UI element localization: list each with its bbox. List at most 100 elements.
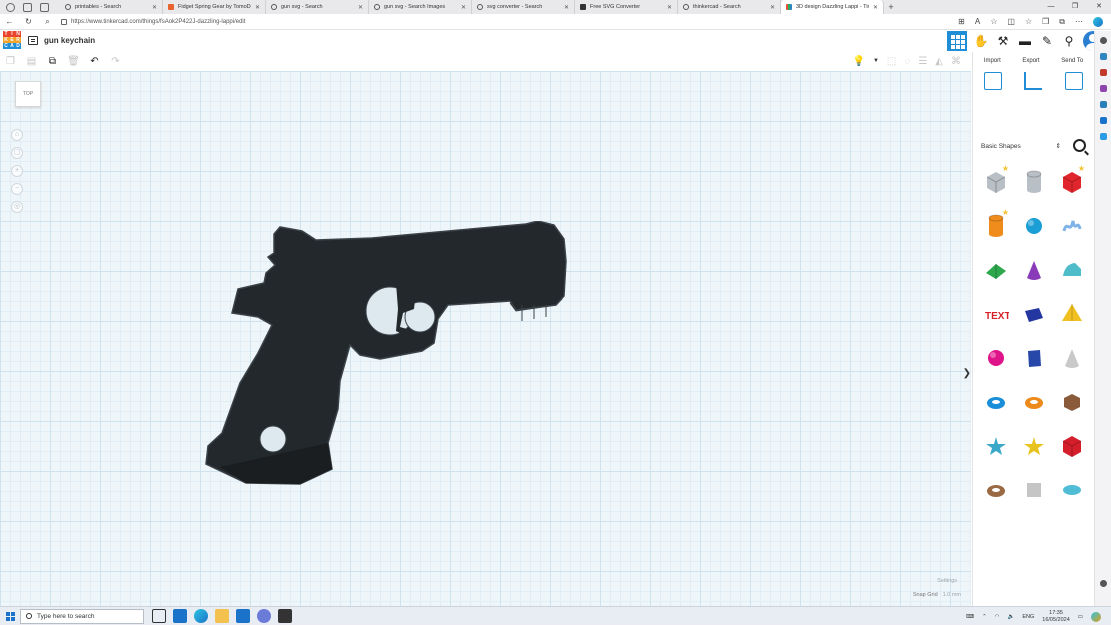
file-explorer-icon[interactable]: [215, 609, 229, 623]
shape-paraboloid[interactable]: [1053, 336, 1091, 380]
close-tab-icon[interactable]: ✕: [358, 4, 363, 11]
sidebar-outlook-icon[interactable]: [1099, 117, 1107, 124]
shape-scribble[interactable]: [1053, 204, 1091, 248]
shape-pyramid[interactable]: [1053, 292, 1091, 336]
shape-tube[interactable]: [1015, 380, 1053, 424]
browser-tab[interactable]: 3D design Dazzling Lappi - Tinke ✕: [781, 0, 884, 14]
sidebar-games-icon[interactable]: [1099, 85, 1107, 92]
shape-heart-hole[interactable]: [1015, 468, 1053, 512]
shape-search-icon[interactable]: [1073, 139, 1086, 152]
shape-wedge[interactable]: [1015, 292, 1053, 336]
more-menu-icon[interactable]: ⋯: [1075, 17, 1083, 27]
shape-polyhedron[interactable]: [1053, 424, 1091, 468]
keyboard-icon[interactable]: ⌨: [966, 614, 974, 620]
panel-collapse-icon[interactable]: ❯: [963, 368, 971, 379]
workplane-grid[interactable]: TOP ⌂ ▢ + − ◎ ❯ Settings Snap Grid 1.0 m…: [0, 71, 971, 606]
browser-tab[interactable]: Fidget Spring Gear by TomoDes ✕: [163, 0, 266, 14]
dropdown-arrow-icon[interactable]: ▼: [873, 58, 879, 64]
delete-icon[interactable]: 🗑: [63, 56, 84, 67]
close-tab-icon[interactable]: ✕: [667, 4, 672, 11]
blocks-view-icon[interactable]: ✋: [973, 33, 989, 49]
refresh-icon[interactable]: ↻: [19, 17, 38, 26]
sidebar-settings-icon[interactable]: [1099, 580, 1107, 587]
undo-icon[interactable]: ↶: [84, 56, 105, 67]
shape-sphere[interactable]: [1015, 204, 1053, 248]
task-view-icon[interactable]: [152, 609, 166, 623]
learning-icon[interactable]: ✎: [1039, 33, 1055, 49]
language-indicator[interactable]: ENG: [1022, 614, 1034, 620]
gun-keychain-shape[interactable]: [200, 221, 572, 486]
tinkercad-logo[interactable]: T I N K E R C A D: [3, 31, 21, 50]
close-tab-icon[interactable]: ✕: [152, 4, 157, 11]
cruise-icon[interactable]: ⌘: [951, 56, 961, 67]
shape-box-hole[interactable]: ★: [977, 160, 1015, 204]
close-tab-icon[interactable]: ✕: [255, 4, 260, 11]
briefcase-icon[interactable]: ▬: [1017, 33, 1033, 49]
favorite-star-icon[interactable]: ☆: [990, 17, 997, 27]
close-window-icon[interactable]: ✕: [1087, 0, 1111, 14]
profile-icon[interactable]: [6, 2, 15, 12]
home-view-icon[interactable]: ⌂: [11, 129, 23, 141]
volume-icon[interactable]: 🔈: [1007, 614, 1014, 620]
view-cube[interactable]: TOP: [15, 81, 41, 107]
shape-library-select[interactable]: Basic Shapes ⇕: [981, 140, 1061, 152]
shape-ring[interactable]: [977, 468, 1015, 512]
export-button[interactable]: Export: [1022, 58, 1039, 64]
edge-icon[interactable]: [194, 609, 208, 623]
copilot-icon[interactable]: [1093, 16, 1103, 27]
notifications-icon[interactable]: ▭: [1078, 614, 1083, 620]
zoom-out-icon[interactable]: −: [11, 183, 23, 195]
shape-icosahedron[interactable]: [1053, 380, 1091, 424]
show-hidden-icon[interactable]: ⌃: [982, 614, 987, 620]
send-to-button[interactable]: Send To: [1061, 58, 1083, 64]
redo-icon[interactable]: ↷: [105, 56, 126, 67]
browser-tab[interactable]: svg converter - Search ✕: [472, 0, 575, 14]
close-tab-icon[interactable]: ✕: [770, 4, 775, 11]
shape-star[interactable]: [977, 424, 1015, 468]
copilot-taskbar-icon[interactable]: [1091, 611, 1101, 622]
store-icon[interactable]: [236, 609, 250, 623]
split-screen-icon[interactable]: ◫: [1007, 17, 1015, 27]
light-bulb-icon[interactable]: 💡: [853, 56, 865, 67]
sidebar-send-icon[interactable]: [1099, 133, 1107, 140]
shape-text[interactable]: TEXT: [977, 292, 1015, 336]
windows-start-icon[interactable]: [0, 607, 20, 626]
url-field[interactable]: https://www.tinkercad.com/things/fsAok2P…: [61, 16, 954, 28]
shape-star-gold[interactable]: [1015, 424, 1053, 468]
read-aloud-icon[interactable]: A: [975, 17, 980, 27]
snap-grid-value[interactable]: 1.0 mm: [943, 592, 961, 598]
ruler-icon[interactable]: [1024, 72, 1043, 90]
network-icon[interactable]: ◠: [995, 614, 1000, 620]
design-menu-icon[interactable]: [28, 36, 38, 45]
favorites-icon[interactable]: ☆: [1025, 17, 1032, 27]
fit-view-icon[interactable]: ▢: [11, 147, 23, 159]
minimize-icon[interactable]: —: [1039, 0, 1063, 14]
mail-icon[interactable]: [173, 609, 187, 623]
notes-icon[interactable]: [1064, 72, 1083, 90]
close-tab-icon[interactable]: ✕: [461, 4, 466, 11]
shape-box[interactable]: ★: [1053, 160, 1091, 204]
tab-actions-icon[interactable]: [40, 2, 49, 12]
browser-tab[interactable]: Free SVG Converter ✕: [575, 0, 678, 14]
shape-round-roof[interactable]: [1053, 248, 1091, 292]
back-icon[interactable]: ←: [0, 17, 19, 26]
add-user-icon[interactable]: ⚲: [1061, 33, 1077, 49]
group-icon[interactable]: ⬚: [887, 56, 896, 67]
browser-tab[interactable]: thinkercad - Search ✕: [678, 0, 781, 14]
settings-app-icon[interactable]: [257, 609, 271, 623]
sidebar-search-icon[interactable]: [1099, 37, 1107, 44]
workspaces-icon[interactable]: [23, 2, 32, 12]
shape-half-sphere[interactable]: [977, 336, 1015, 380]
close-tab-icon[interactable]: ✕: [564, 4, 569, 11]
shape-cylinder-hole[interactable]: [1015, 160, 1053, 204]
browser-tab[interactable]: gun svg - Search Images ✕: [369, 0, 472, 14]
shape-polygon[interactable]: [1015, 336, 1053, 380]
shape-roof[interactable]: [977, 248, 1015, 292]
copy-icon[interactable]: ❐: [0, 56, 21, 67]
shape-torus[interactable]: [977, 380, 1015, 424]
shape-ellipsoid[interactable]: [1053, 468, 1091, 512]
zoom-in-icon[interactable]: +: [11, 165, 23, 177]
paste-icon[interactable]: ▤: [21, 56, 42, 67]
restore-icon[interactable]: ❐: [1063, 0, 1087, 14]
collections-icon[interactable]: ❒: [1042, 17, 1049, 27]
